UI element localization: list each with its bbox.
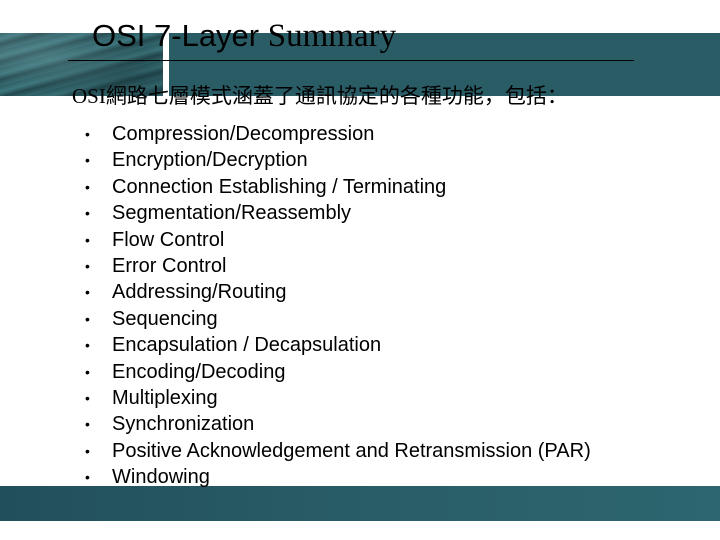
list-item-text: Addressing/Routing <box>112 281 287 304</box>
list-item: • Sequencing <box>85 306 591 332</box>
title-divider <box>68 60 634 61</box>
bullet-icon: • <box>85 389 90 406</box>
list-item-text: Sequencing <box>112 307 218 330</box>
list-item-text: Error Control <box>112 254 227 277</box>
list-item: • Flow Control <box>85 227 591 253</box>
list-item: • Encoding/Decoding <box>85 359 591 385</box>
bullet-icon: • <box>85 310 90 327</box>
footer-band <box>0 486 720 521</box>
list-item-text: Synchronization <box>112 413 255 436</box>
bullet-icon: • <box>85 416 90 433</box>
list-item-text: Segmentation/Reassembly <box>112 202 352 225</box>
bullet-icon: • <box>85 284 90 301</box>
bullet-icon: • <box>85 205 90 222</box>
list-item: • Addressing/Routing <box>85 279 591 305</box>
list-item-text: Encoding/Decoding <box>112 360 286 383</box>
slide-title: OSI 7-Layer Summary <box>92 16 396 56</box>
slide-title-summary: Summary <box>267 18 397 54</box>
list-item-text: Connection Establishing / Terminating <box>112 175 447 198</box>
list-item: • Multiplexing <box>85 385 591 411</box>
list-item: • Error Control <box>85 253 591 279</box>
slide-title-main: OSI 7-Layer <box>92 18 260 53</box>
list-item-text: Multiplexing <box>112 386 218 409</box>
list-item-text: Encryption/Decryption <box>112 149 308 172</box>
bullet-icon: • <box>85 257 90 274</box>
bullet-icon: • <box>85 178 90 195</box>
bullet-icon: • <box>85 363 90 380</box>
bullet-icon: • <box>85 442 90 459</box>
list-item-text: Flow Control <box>112 228 225 251</box>
function-list: • Compression/Decompression • Encryption/D… <box>85 121 591 490</box>
list-item: • Compression/Decompression <box>85 121 591 147</box>
bullet-icon: • <box>85 469 90 486</box>
bullet-icon: • <box>85 152 90 169</box>
list-item: • Segmentation/Reassembly <box>85 200 591 226</box>
list-item: • Positive Acknowledgement and Retransmis… <box>85 438 591 464</box>
list-item: • Encryption/Decryption <box>85 147 591 173</box>
list-item: • Encapsulation / Decapsulation <box>85 332 591 358</box>
list-item: • Windowing <box>85 464 591 490</box>
list-item: • Synchronization <box>85 411 591 437</box>
list-item-text: Positive Acknowledgement and Retransmiss… <box>112 439 591 462</box>
bullet-icon: • <box>85 337 90 354</box>
intro-text: OSI網路七層模式涵蓋了通訊協定的各種功能，包括： <box>72 84 568 108</box>
list-item-text: Windowing <box>112 466 210 489</box>
bullet-icon: • <box>85 126 90 142</box>
list-item: • Connection Establishing / Terminating <box>85 174 591 200</box>
list-item-text: Compression/Decompression <box>112 123 375 145</box>
bullet-icon: • <box>85 231 90 248</box>
list-item-text: Encapsulation / Decapsulation <box>112 334 382 357</box>
